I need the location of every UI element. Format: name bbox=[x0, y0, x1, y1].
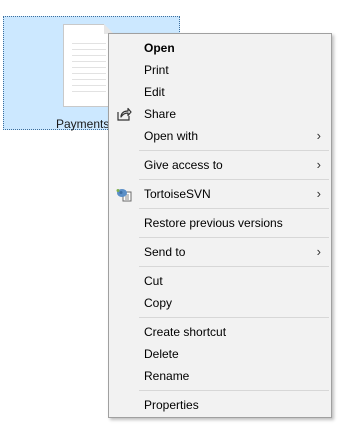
menu-item-give-access-label: Give access to bbox=[144, 158, 223, 172]
menu-item-delete[interactable]: Delete bbox=[109, 343, 331, 365]
menu-item-share-label: Share bbox=[144, 107, 177, 121]
menu-item-open[interactable]: Open bbox=[109, 37, 331, 59]
menu-item-copy[interactable]: Copy bbox=[109, 292, 331, 314]
menu-item-edit[interactable]: Edit bbox=[109, 81, 331, 103]
menu-item-open-with[interactable]: Open with › bbox=[109, 125, 331, 147]
context-menu: Open Print Edit Share Open with › Give a… bbox=[108, 33, 332, 418]
chevron-right-icon: › bbox=[316, 244, 321, 259]
menu-separator bbox=[139, 266, 329, 267]
menu-item-create-shortcut[interactable]: Create shortcut bbox=[109, 321, 331, 343]
menu-item-open-with-label: Open with bbox=[144, 129, 199, 143]
menu-item-print[interactable]: Print bbox=[109, 59, 331, 81]
menu-item-restore-previous-versions[interactable]: Restore previous versions bbox=[109, 212, 331, 234]
tortoisesvn-icon bbox=[116, 189, 132, 202]
share-icon bbox=[117, 107, 132, 121]
text-document-icon bbox=[63, 24, 114, 107]
menu-separator bbox=[139, 179, 329, 180]
chevron-right-icon: › bbox=[316, 157, 321, 172]
menu-item-properties[interactable]: Properties bbox=[109, 394, 331, 416]
menu-separator bbox=[139, 390, 329, 391]
file-label: Payments bbox=[56, 117, 110, 131]
menu-item-give-access[interactable]: Give access to › bbox=[109, 154, 331, 176]
menu-separator bbox=[139, 317, 329, 318]
menu-item-rename[interactable]: Rename bbox=[109, 365, 331, 387]
menu-separator bbox=[139, 150, 329, 151]
chevron-right-icon: › bbox=[316, 128, 321, 143]
menu-item-tortoisesvn-label: TortoiseSVN bbox=[144, 187, 211, 201]
menu-separator bbox=[139, 237, 329, 238]
menu-item-send-to[interactable]: Send to › bbox=[109, 241, 331, 263]
menu-separator bbox=[139, 208, 329, 209]
menu-item-send-to-label: Send to bbox=[144, 245, 186, 259]
chevron-right-icon: › bbox=[316, 186, 321, 201]
menu-item-share[interactable]: Share bbox=[109, 103, 331, 125]
menu-item-tortoisesvn[interactable]: TortoiseSVN › bbox=[109, 183, 331, 205]
menu-item-cut[interactable]: Cut bbox=[109, 270, 331, 292]
